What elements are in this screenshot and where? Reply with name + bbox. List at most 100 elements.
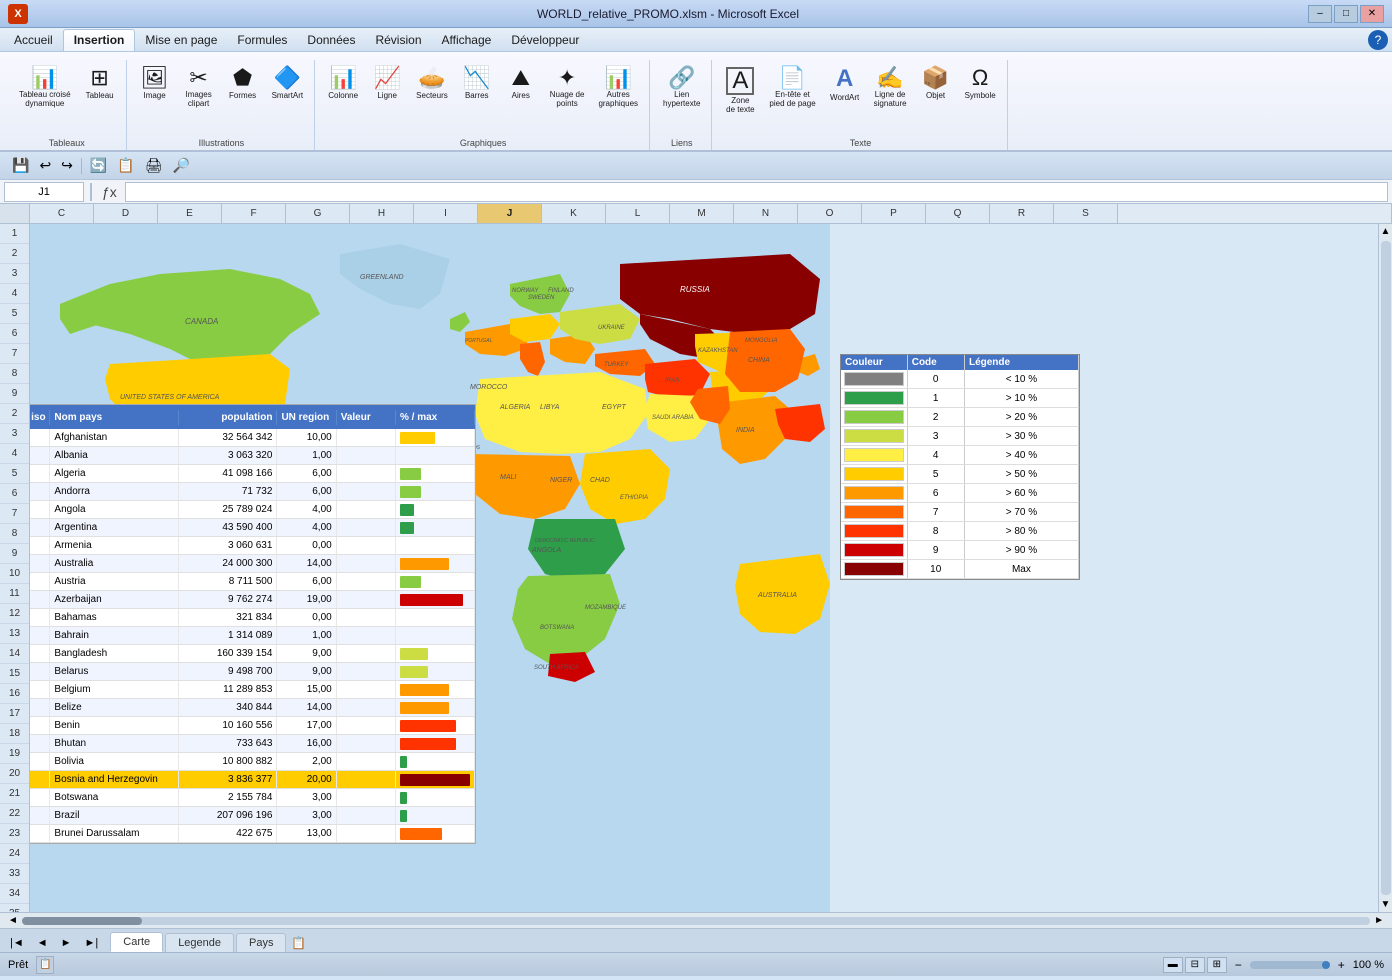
ribbon-btn-autres-graphiques[interactable]: 📊 Autresgraphiques: [593, 64, 643, 112]
zoom-in-button[interactable]: +: [1334, 958, 1349, 972]
table-row-num-13[interactable]: 13: [0, 624, 29, 644]
ribbon-btn-tableau[interactable]: ⊞ Tableau: [80, 64, 120, 103]
row-num-35[interactable]: 35: [0, 904, 29, 912]
maximize-button[interactable]: □: [1334, 5, 1358, 23]
menu-donnees[interactable]: Données: [297, 29, 365, 51]
row-num-8[interactable]: 8: [0, 364, 29, 384]
table-row[interactable]: AO Angola 25 789 024 4,00: [1, 501, 475, 519]
table-row-num-20[interactable]: 20: [0, 764, 29, 784]
table-row[interactable]: AT Austria 8 711 500 6,00: [1, 573, 475, 591]
col-header-i[interactable]: I: [414, 204, 478, 223]
sheet-nav-prev[interactable]: ◄: [31, 934, 54, 952]
sheet-tab-legende[interactable]: Legende: [165, 933, 234, 952]
row-num-5[interactable]: 5: [0, 304, 29, 324]
save-button[interactable]: 💾: [8, 155, 33, 176]
ribbon-btn-entete-pied[interactable]: 📄 En-tête etpied de page: [764, 64, 820, 112]
col-header-h[interactable]: H: [350, 204, 414, 223]
table-row-num-4[interactable]: 4: [0, 444, 29, 464]
ribbon-btn-nuage-points[interactable]: ✦ Nuage depoints: [545, 64, 590, 112]
undo-button[interactable]: ↩: [35, 155, 55, 176]
zoom-button[interactable]: 🔎: [169, 155, 194, 176]
sheet-tab-carte[interactable]: Carte: [110, 932, 163, 952]
sheet-nav-last[interactable]: ►|: [79, 934, 105, 952]
col-header-r[interactable]: R: [990, 204, 1054, 223]
statusbar-icon[interactable]: 📋: [36, 956, 54, 974]
table-row-num-19[interactable]: 19: [0, 744, 29, 764]
hscroll-thumb[interactable]: [22, 917, 142, 925]
table-row-num-21[interactable]: 21: [0, 784, 29, 804]
ribbon-btn-image[interactable]: 🖼 Image: [135, 64, 175, 103]
table-row-num-24[interactable]: 24: [0, 844, 29, 864]
ribbon-btn-colonne[interactable]: 📊 Colonne: [323, 64, 363, 103]
table-row[interactable]: BW Botswana 2 155 784 3,00: [1, 789, 475, 807]
col-header-s[interactable]: S: [1054, 204, 1118, 223]
table-row[interactable]: DZ Algeria 41 098 166 6,00: [1, 465, 475, 483]
row-num-2[interactable]: 2: [0, 244, 29, 264]
table-row[interactable]: BY Belarus 9 498 700 9,00: [1, 663, 475, 681]
table-row[interactable]: AM Armenia 3 060 631 0,00: [1, 537, 475, 555]
col-header-c[interactable]: C: [30, 204, 94, 223]
table-row-num-14[interactable]: 14: [0, 644, 29, 664]
table-row[interactable]: BD Bangladesh 160 339 154 9,00: [1, 645, 475, 663]
ribbon-btn-wordart[interactable]: A WordArt: [825, 64, 865, 105]
table-row-num-6[interactable]: 6: [0, 484, 29, 504]
sheet-add-button[interactable]: 📋: [288, 934, 308, 952]
table-row-num-17[interactable]: 17: [0, 704, 29, 724]
menu-developpeur[interactable]: Développeur: [501, 29, 589, 51]
table-row[interactable]: BR Brazil 207 096 196 3,00: [1, 807, 475, 825]
table-row-num-16[interactable]: 16: [0, 684, 29, 704]
print-button[interactable]: 🖨: [141, 155, 167, 176]
normal-view-button[interactable]: ▬: [1163, 957, 1183, 973]
ribbon-btn-images-clipart[interactable]: ✂ Imagesclipart: [179, 64, 219, 112]
table-row-num-11[interactable]: 11: [0, 584, 29, 604]
refresh-button[interactable]: 🔄: [86, 155, 111, 176]
hscroll-track[interactable]: [22, 917, 1370, 925]
table-row[interactable]: AR Argentina 43 590 400 4,00: [1, 519, 475, 537]
col-header-q[interactable]: Q: [926, 204, 990, 223]
menu-affichage[interactable]: Affichage: [432, 29, 502, 51]
scroll-right-button[interactable]: ►: [1374, 915, 1384, 926]
row-num-1[interactable]: 1: [0, 224, 29, 244]
help-button[interactable]: ?: [1368, 30, 1388, 50]
table-row-num-9[interactable]: 9: [0, 544, 29, 564]
table-row[interactable]: BZ Belize 340 844 14,00: [1, 699, 475, 717]
col-header-o[interactable]: O: [798, 204, 862, 223]
close-button[interactable]: ✕: [1360, 5, 1384, 23]
row-num-9[interactable]: 9: [0, 384, 29, 404]
table-row[interactable]: BJ Benin 10 160 556 17,00: [1, 717, 475, 735]
row-num-7[interactable]: 7: [0, 344, 29, 364]
table-row[interactable]: BT Bhutan 733 643 16,00: [1, 735, 475, 753]
table-row[interactable]: AL Albania 3 063 320 1,00: [1, 447, 475, 465]
page-break-button[interactable]: ⊞: [1207, 957, 1227, 973]
table-row[interactable]: AF Afghanistan 32 564 342 10,00: [1, 429, 475, 447]
zoom-out-button[interactable]: −: [1231, 958, 1246, 972]
col-header-m[interactable]: M: [670, 204, 734, 223]
table-row[interactable]: AD Andorra 71 732 6,00: [1, 483, 475, 501]
table-row-num-15[interactable]: 15: [0, 664, 29, 684]
redo-button[interactable]: ↪: [57, 155, 77, 176]
ribbon-btn-secteurs[interactable]: 🥧 Secteurs: [411, 64, 453, 103]
table-row[interactable]: BS Bahamas 321 834 0,00: [1, 609, 475, 627]
ribbon-btn-barres[interactable]: 📉 Barres: [457, 64, 497, 103]
ribbon-btn-formes[interactable]: ⬟ Formes: [223, 64, 263, 103]
menu-formules[interactable]: Formules: [227, 29, 297, 51]
ribbon-btn-aires[interactable]: ⛰ Aires: [501, 64, 541, 103]
vertical-scrollbar[interactable]: ▲ ▼: [1378, 224, 1392, 912]
ribbon-btn-tableau-croise[interactable]: 📊 Tableau croisédynamique: [14, 64, 76, 112]
page-view-button[interactable]: ⊟: [1185, 957, 1205, 973]
sheet-content[interactable]: 1 2 3 4 5 6 7 8 9 10 11 12 13 14 15 16 1…: [0, 224, 1392, 912]
cell-reference-input[interactable]: [4, 182, 84, 202]
col-header-e[interactable]: E: [158, 204, 222, 223]
table-row[interactable]: BN Brunei Darussalam 422 675 13,00: [1, 825, 475, 843]
col-header-n[interactable]: N: [734, 204, 798, 223]
col-header-p[interactable]: P: [862, 204, 926, 223]
zoom-bar[interactable]: [1250, 961, 1330, 969]
menu-mise-en-page[interactable]: Mise en page: [135, 29, 227, 51]
minimize-button[interactable]: –: [1308, 5, 1332, 23]
ribbon-btn-smartart[interactable]: 🔷 SmartArt: [267, 64, 309, 103]
table-row-num-18[interactable]: 18: [0, 724, 29, 744]
table-row-num-5[interactable]: 5: [0, 464, 29, 484]
table-row-num-7[interactable]: 7: [0, 504, 29, 524]
menu-insertion[interactable]: Insertion: [63, 29, 136, 51]
col-header-k[interactable]: K: [542, 204, 606, 223]
